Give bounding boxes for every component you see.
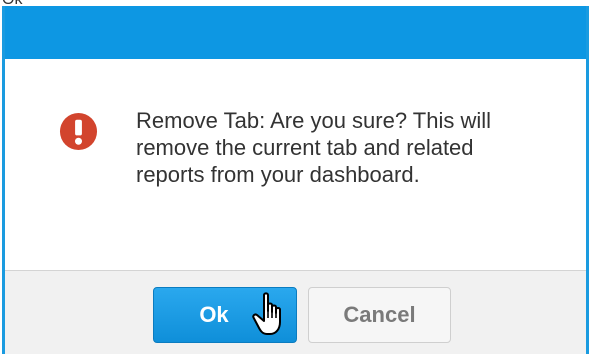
confirm-dialog: Remove Tab: Are you sure? This will remo…: [2, 6, 589, 354]
dialog-message: Remove Tab: Are you sure? This will remo…: [136, 108, 492, 187]
cancel-button[interactable]: Cancel: [308, 287, 451, 343]
page: Ok Remove Tab: Are you sure? This will r…: [0, 0, 589, 354]
dialog-footer: Ok Cancel: [5, 270, 586, 354]
cancel-button-label: Cancel: [343, 302, 416, 327]
hand-pointer-icon: [252, 292, 281, 335]
dialog-title-bar[interactable]: [5, 6, 586, 59]
exclamation-circle-icon: [59, 112, 98, 151]
ok-button-label: Ok: [199, 302, 229, 327]
dialog-body: Remove Tab: Are you sure? This will remo…: [5, 59, 586, 270]
